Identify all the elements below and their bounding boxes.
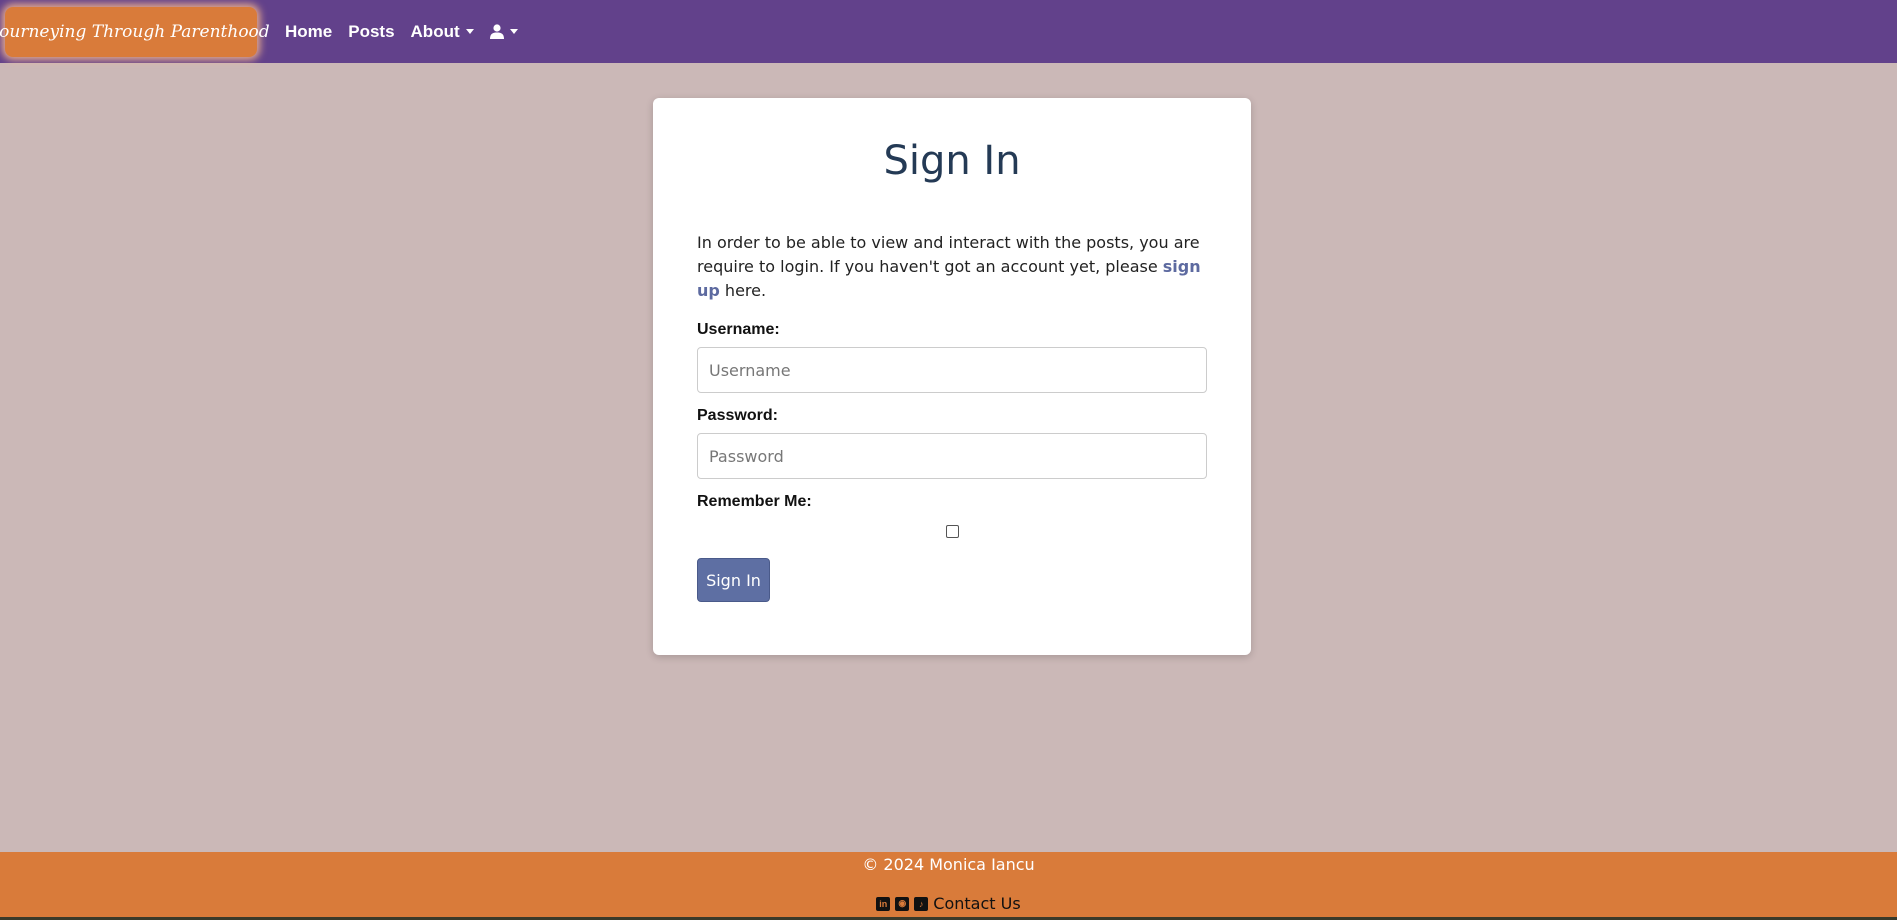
nav-about-label: About bbox=[410, 21, 460, 41]
nav-links: Home Posts About bbox=[285, 22, 534, 42]
social-links: in ◉ ♪ Contact Us bbox=[0, 894, 1897, 913]
intro-text-after: here. bbox=[719, 281, 767, 300]
contact-us-link[interactable]: Contact Us bbox=[933, 894, 1020, 913]
navbar: Journeying Through Parenthood Home Posts… bbox=[0, 0, 1897, 63]
page-title: Sign In bbox=[883, 138, 1021, 184]
signin-card: Sign In In order to be able to view and … bbox=[653, 98, 1251, 655]
copyright-text: © 2024 Monica Iancu bbox=[862, 855, 1035, 874]
remember-me-label: Remember Me: bbox=[697, 493, 812, 510]
remember-me-wrap bbox=[697, 523, 1207, 539]
intro-text-before: In order to be able to view and interact… bbox=[697, 233, 1200, 276]
github-icon[interactable]: ◉ bbox=[895, 896, 910, 911]
user-menu-dropdown[interactable] bbox=[489, 24, 518, 39]
linkedin-icon[interactable]: in bbox=[876, 896, 891, 911]
caret-down-icon bbox=[509, 29, 518, 34]
signin-button[interactable]: Sign In bbox=[697, 558, 770, 602]
footer: © 2024 Monica Iancu in ◉ ♪ Contact Us bbox=[0, 852, 1897, 920]
user-icon bbox=[489, 24, 504, 39]
caret-down-icon bbox=[465, 29, 474, 34]
nav-posts[interactable]: Posts bbox=[348, 22, 394, 42]
tiktok-icon[interactable]: ♪ bbox=[914, 896, 929, 911]
brand-logo[interactable]: Journeying Through Parenthood bbox=[0, 6, 270, 57]
signin-intro: In order to be able to view and interact… bbox=[697, 231, 1207, 303]
remember-me-checkbox[interactable] bbox=[945, 525, 959, 538]
password-input[interactable] bbox=[697, 433, 1207, 479]
nav-home[interactable]: Home bbox=[285, 22, 332, 42]
username-input[interactable] bbox=[697, 347, 1207, 393]
username-label: Username: bbox=[697, 321, 780, 338]
password-label: Password: bbox=[697, 407, 778, 424]
nav-about-dropdown[interactable]: About bbox=[411, 22, 474, 42]
